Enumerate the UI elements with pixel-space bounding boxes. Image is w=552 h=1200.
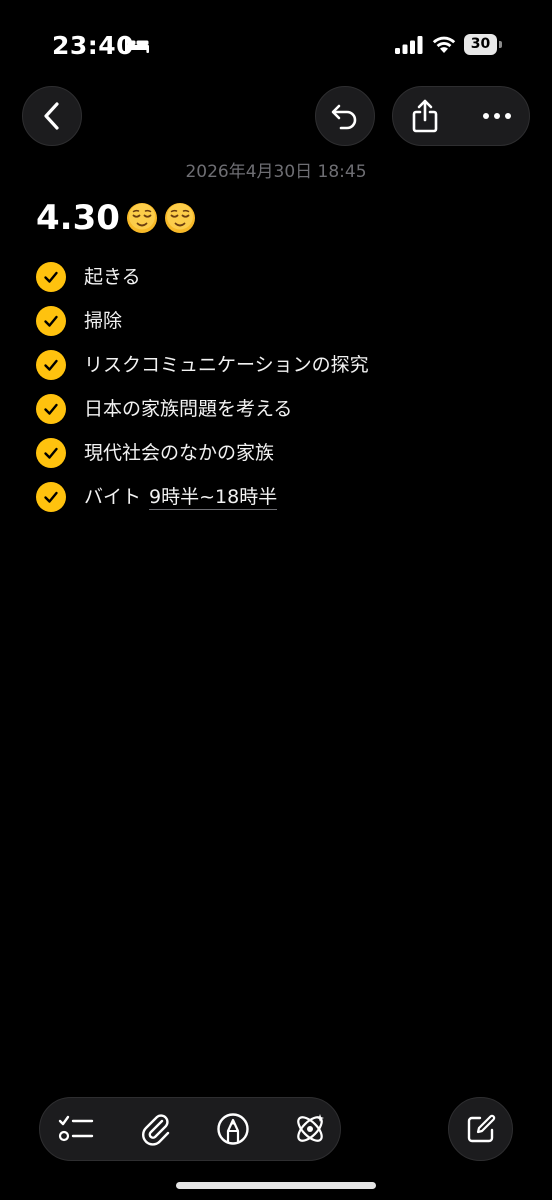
bed-icon <box>125 38 149 53</box>
checkmark-icon[interactable] <box>36 438 66 468</box>
relieved-face-emoji <box>164 202 196 234</box>
note-title[interactable]: 4.30 <box>36 196 196 240</box>
home-indicator[interactable] <box>176 1182 376 1189</box>
checklist-item: リスクコミュニケーションの探究 <box>36 343 536 387</box>
share-icon <box>412 99 438 133</box>
battery-icon: 30 <box>464 34 504 55</box>
checklist-item-text[interactable]: 現代社会のなかの家族 <box>84 440 274 466</box>
compose-button[interactable] <box>448 1097 513 1161</box>
share-more-group <box>392 86 530 146</box>
attach-button[interactable] <box>126 1098 186 1160</box>
checklist-item-text[interactable]: バイト <box>84 484 141 510</box>
status-time: 23:40 <box>52 31 135 60</box>
checkmark-icon[interactable] <box>36 306 66 336</box>
more-icon <box>483 113 511 119</box>
checkmark-icon[interactable] <box>36 482 66 512</box>
checklist-item-text[interactable]: 日本の家族問題を考える <box>84 396 292 422</box>
writing-tools-button[interactable] <box>280 1098 340 1160</box>
back-button[interactable] <box>22 86 82 146</box>
paperclip-icon <box>141 1114 170 1146</box>
checklist-item: 日本の家族問題を考える <box>36 387 536 431</box>
battery-nub <box>499 41 502 48</box>
more-button[interactable] <box>465 87 529 145</box>
compose-icon <box>467 1114 495 1143</box>
undo-button[interactable] <box>315 86 375 146</box>
status-bar: 23:40 30 <box>0 0 552 90</box>
markup-button[interactable] <box>203 1098 263 1160</box>
bottom-toolbar <box>39 1097 341 1161</box>
battery-level: 30 <box>464 34 497 55</box>
note-date: 2026年4月30日 18:45 <box>185 162 367 182</box>
note-title-text: 4.30 <box>36 198 120 238</box>
checkmark-icon[interactable] <box>36 262 66 292</box>
checklist-button[interactable] <box>46 1098 106 1160</box>
checkmark-icon[interactable] <box>36 350 66 380</box>
apple-intelligence-icon <box>297 1114 324 1142</box>
share-button[interactable] <box>393 87 457 145</box>
signal-icon <box>395 36 423 54</box>
checklist-item-text[interactable]: 掃除 <box>84 308 122 334</box>
checklist-item-text[interactable]: リスクコミュニケーションの探究 <box>84 352 369 378</box>
checklist-item: 起きる <box>36 255 536 299</box>
checkmark-icon[interactable] <box>36 394 66 424</box>
undo-icon <box>331 104 357 130</box>
checklist-item: 掃除 <box>36 299 536 343</box>
checklist-item-text[interactable]: 起きる <box>84 264 141 290</box>
checklist: 起きる 掃除 リスクコミュニケーションの探究 日本の家族問題を考える 現代社会の… <box>36 255 536 519</box>
checklist-item: 現代社会のなかの家族 <box>36 431 536 475</box>
wifi-icon <box>432 36 456 53</box>
relieved-face-emoji <box>126 202 158 234</box>
checklist-icon <box>58 1115 94 1142</box>
detected-time-link[interactable]: 9時半~18時半 <box>149 485 278 510</box>
markup-pen-icon <box>217 1113 249 1145</box>
checklist-item: バイト 9時半~18時半 <box>36 475 536 519</box>
chevron-left-icon <box>44 102 59 130</box>
